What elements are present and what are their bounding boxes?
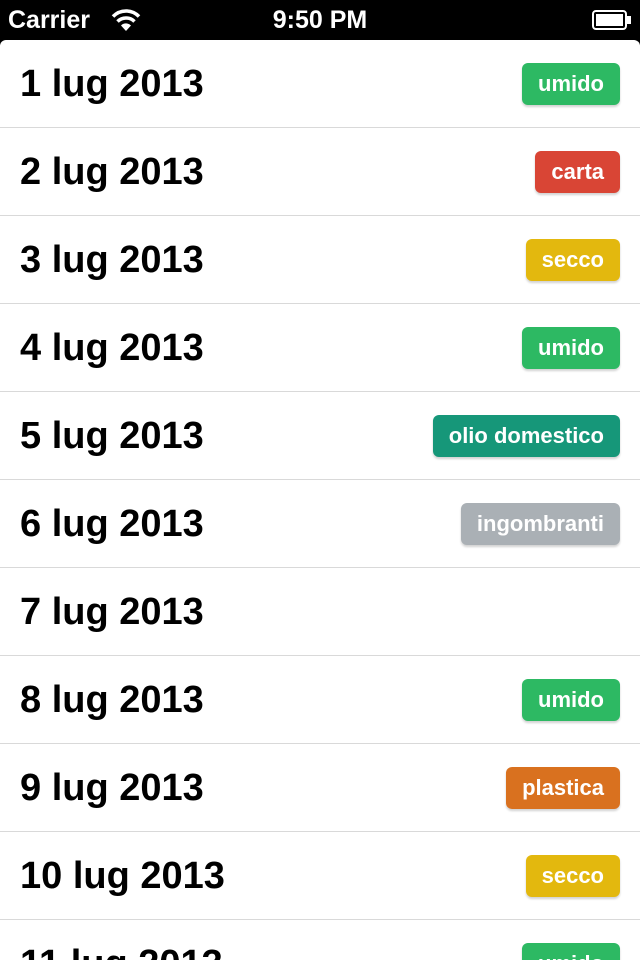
date-label: 8 lug 2013 [20, 679, 204, 721]
list-item[interactable]: 8 lug 2013 umido [0, 656, 640, 744]
list-item[interactable]: 6 lug 2013 ingombranti [0, 480, 640, 568]
list-item[interactable]: 7 lug 2013 [0, 568, 640, 656]
waste-type-badge: olio domestico [432, 415, 620, 457]
date-label: 3 lug 2013 [20, 239, 204, 281]
list-item[interactable]: 4 lug 2013 umido [0, 304, 640, 392]
status-time: 9:50 PM [272, 6, 368, 34]
waste-type-badge: umido [522, 63, 620, 105]
waste-type-badge: secco [525, 239, 620, 281]
date-label: 4 lug 2013 [20, 327, 204, 369]
battery-icon [592, 10, 631, 30]
list-item[interactable]: 11 lug 2013 umido [0, 920, 640, 960]
date-label: 5 lug 2013 [20, 415, 204, 457]
waste-type-badge: umido [522, 327, 620, 369]
list-item[interactable]: 5 lug 2013 olio domestico [0, 392, 640, 480]
waste-type-badge: carta [535, 151, 620, 193]
date-label: 7 lug 2013 [20, 591, 204, 633]
date-label: 9 lug 2013 [20, 767, 204, 809]
waste-type-badge: umido [522, 679, 620, 721]
list-item[interactable]: 3 lug 2013 secco [0, 216, 640, 304]
list-item[interactable]: 1 lug 2013 umido [0, 40, 640, 128]
waste-type-badge: umido [522, 943, 620, 960]
list-item[interactable]: 2 lug 2013 carta [0, 128, 640, 216]
list-item[interactable]: 9 lug 2013 plastica [0, 744, 640, 832]
date-label: 11 lug 2013 [20, 920, 223, 960]
date-label: 1 lug 2013 [20, 63, 204, 105]
list-item[interactable]: 10 lug 2013 secco [0, 832, 640, 920]
date-label: 2 lug 2013 [20, 151, 204, 193]
waste-type-badge: secco [525, 855, 620, 897]
date-label: 6 lug 2013 [20, 503, 204, 545]
waste-type-badge: ingombranti [460, 503, 620, 545]
status-bar: Carrier 9:50 PM [0, 0, 640, 40]
calendar-list: 1 lug 2013 umido 2 lug 2013 carta 3 lug … [0, 40, 640, 960]
waste-type-badge: plastica [506, 767, 620, 809]
date-label: 10 lug 2013 [20, 855, 225, 897]
